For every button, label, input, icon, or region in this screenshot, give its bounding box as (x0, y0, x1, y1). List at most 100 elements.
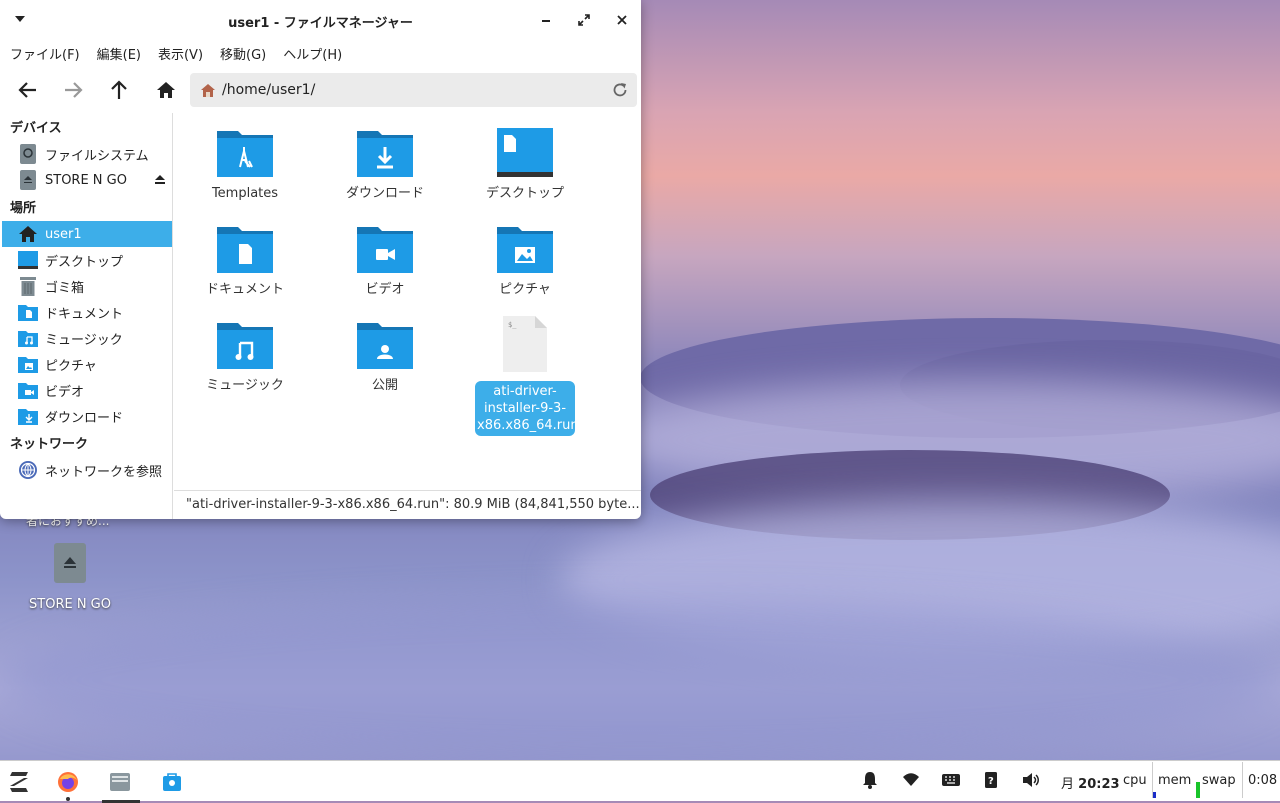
sidebar-network-title: ネットワーク (10, 437, 89, 452)
clipboard-icon[interactable]: ? (980, 769, 1002, 791)
desktop-drive-label: STORE N GO (29, 597, 111, 612)
file-name: Templates (211, 186, 279, 201)
firefox-icon (58, 772, 78, 792)
zorin-logo-icon (10, 772, 28, 792)
file-item[interactable]: ダウンロード (335, 127, 435, 202)
file-name-line: x86.x86_64.run (477, 418, 579, 433)
location-path: /home/user1/ (222, 82, 316, 98)
sidebar-item-pictures[interactable]: ピクチャ (0, 351, 172, 377)
cpu-monitor-label[interactable]: cpu (1123, 773, 1147, 788)
sidebar-item-user1[interactable]: user1 (2, 221, 172, 247)
network-wifi-icon[interactable] (900, 769, 922, 791)
mem-monitor-label[interactable]: mem (1158, 773, 1191, 788)
removable-drive-icon (18, 170, 38, 190)
file-manager-icon (110, 773, 130, 791)
menu-edit[interactable]: 編集(E) (97, 44, 141, 63)
taskbar-firefox[interactable] (50, 767, 86, 801)
sidebar-item-store-n-go[interactable]: STORE N GO (0, 167, 172, 193)
folder-music-icon (217, 323, 273, 369)
sidebar-item-music[interactable]: ミュージック (0, 325, 172, 351)
sidebar-item-downloads[interactable]: ダウンロード (0, 403, 172, 429)
menu-go[interactable]: 移動(G) (220, 44, 266, 63)
file-name: デスクトップ (485, 186, 564, 201)
folder-templates-icon (217, 131, 273, 177)
folder-documents-icon (18, 302, 38, 322)
forward-button[interactable] (55, 74, 91, 106)
desktop-drive-store-n-go[interactable]: STORE N GO (20, 543, 120, 612)
sidebar-item-videos[interactable]: ビデオ (0, 377, 172, 403)
folder-pictures-icon (497, 227, 553, 273)
file-name: ミュージック (206, 378, 284, 393)
sidebar-item-browse-network[interactable]: ネットワークを参照 (0, 457, 172, 483)
sidebar-item-label: user1 (45, 226, 82, 242)
clock[interactable]: 月 20:23 (1061, 773, 1120, 792)
folder-public-icon (357, 323, 413, 369)
folder-videos-icon (357, 227, 413, 273)
folder-desktop-icon (497, 128, 553, 177)
sidebar-item-documents[interactable]: ドキュメント (0, 299, 172, 325)
taskbar-software-store[interactable] (154, 767, 190, 797)
reload-icon[interactable] (611, 81, 629, 103)
folder-pictures-icon (18, 354, 38, 374)
up-button[interactable] (101, 74, 137, 106)
file-item[interactable]: ピクチャ (475, 223, 575, 298)
sidebar-item-desktop[interactable]: デスクトップ (0, 247, 172, 273)
sidebar-item-label: ゴミ箱 (45, 280, 85, 296)
desktop-icon (18, 250, 38, 270)
file-name: ダウンロード (345, 186, 424, 201)
arrow-up-icon (111, 80, 127, 99)
uptime-label: 0:08 (1248, 773, 1278, 788)
titlebar[interactable]: user1 - ファイルマネージャー (0, 0, 641, 38)
location-bar[interactable]: /home/user1/ (190, 73, 637, 107)
folder-download-icon (357, 131, 413, 177)
monitor-divider (1152, 762, 1153, 798)
minimize-button[interactable] (536, 10, 556, 30)
close-button[interactable] (612, 10, 632, 30)
file-item[interactable]: ビデオ (335, 223, 435, 298)
file-name: ピクチャ (499, 282, 551, 297)
taskbar-file-manager[interactable] (102, 767, 140, 803)
file-name: ビデオ (365, 282, 405, 297)
swap-monitor-label[interactable]: swap (1202, 773, 1236, 788)
file-item[interactable]: デスクトップ (475, 127, 575, 202)
home-icon (18, 224, 38, 244)
file-item[interactable]: ドキュメント (195, 223, 295, 298)
file-item-selected[interactable]: $_ ati-driver- installer-9-3- x86.x86_64… (475, 315, 579, 436)
home-button[interactable] (148, 74, 184, 106)
clock-time: 20:23 (1078, 777, 1120, 792)
notifications-bell-icon[interactable] (859, 769, 881, 791)
eject-icon[interactable] (154, 173, 166, 189)
drive-icon (54, 543, 86, 583)
menu-help[interactable]: ヘルプ(H) (283, 44, 342, 63)
swap-usage-bar (1196, 782, 1200, 798)
file-name-line: installer-9-3- (483, 401, 567, 416)
svg-text:?: ? (988, 776, 994, 787)
menu-view[interactable]: 表示(V) (158, 44, 203, 63)
sidebar-item-label: ダウンロード (45, 410, 124, 426)
status-bar: "ati-driver-installer-9-3-x86.x86_64.run… (174, 490, 641, 519)
sidebar-item-filesystem[interactable]: ファイルシステム (0, 141, 172, 167)
harddisk-icon (18, 144, 38, 164)
home-icon (200, 83, 216, 102)
sidebar-item-label: ドキュメント (45, 306, 124, 322)
back-button[interactable] (10, 74, 46, 106)
sidebar-item-trash[interactable]: ゴミ箱 (0, 273, 172, 299)
sidebar: デバイス ファイルシステム STORE N GO 場所 user1 デスクトップ… (0, 113, 173, 519)
maximize-button[interactable] (574, 10, 594, 30)
sidebar-item-label: ファイルシステム (45, 148, 149, 164)
home-icon (157, 82, 175, 98)
app-menu-button[interactable] (2, 767, 38, 797)
file-item[interactable]: Templates (195, 127, 295, 202)
file-item[interactable]: ミュージック (195, 319, 295, 394)
arrow-right-icon (65, 82, 83, 98)
volume-icon[interactable] (1020, 769, 1042, 791)
sidebar-item-label: ピクチャ (45, 358, 97, 374)
file-manager-window: user1 - ファイルマネージャー ファイル(F) 編集(E) 表示(V) 移… (0, 0, 641, 519)
trash-icon (18, 276, 38, 296)
keyboard-icon[interactable] (940, 769, 962, 791)
menu-file[interactable]: ファイル(F) (10, 44, 80, 63)
folder-documents-icon (217, 227, 273, 273)
file-item[interactable]: 公開 (335, 319, 435, 394)
folder-videos-icon (18, 380, 38, 400)
script-file-icon: $_ (503, 316, 547, 372)
